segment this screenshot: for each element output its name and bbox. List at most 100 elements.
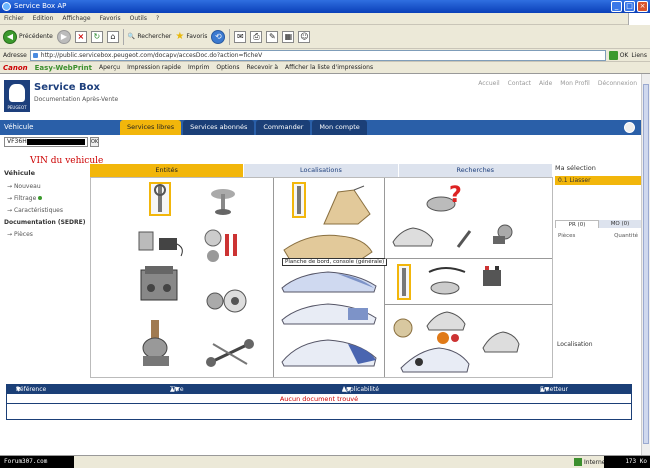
top-link-contact[interactable]: Contact (508, 80, 531, 87)
discuss-icon[interactable]: ▦ (282, 30, 295, 43)
electrical-part-icon[interactable] (137, 228, 187, 258)
car-front-part-icon[interactable] (278, 334, 380, 368)
canon-receive-button[interactable]: Recevoir à (247, 64, 279, 71)
left-nav-parts[interactable]: → Pièces (4, 231, 88, 238)
mail-icon[interactable]: ✉ (234, 30, 247, 43)
top-link-help[interactable]: Aide (539, 80, 552, 87)
vehicle-label: Véhicule (4, 123, 34, 131)
seat-part-icon[interactable] (314, 184, 380, 228)
car-rear-icon[interactable] (481, 328, 521, 354)
canon-print-button[interactable]: Imprim (188, 64, 209, 71)
security-zone: Internet (574, 458, 608, 466)
tools-icon[interactable] (624, 122, 635, 133)
canon-preview-button[interactable]: Aperçu (99, 64, 120, 71)
minimize-button[interactable]: _ (611, 1, 622, 12)
close-button[interactable]: × (637, 1, 648, 12)
messenger-icon[interactable]: ☺ (298, 30, 311, 43)
tab-labour-count[interactable]: MO (0) (599, 220, 641, 228)
parts-catalog: Planche de bord, console (générale) ? (90, 177, 553, 378)
brakes-part-icon[interactable] (199, 228, 247, 264)
car-silhouette-icon[interactable] (391, 222, 435, 248)
car-accessory-icon[interactable] (425, 308, 467, 332)
col-applicability[interactable]: Applicabilité ▲▼ (342, 386, 379, 393)
refresh-icon[interactable]: ↻ (90, 30, 103, 43)
menu-help[interactable]: ? (156, 15, 159, 22)
peugeot-logo[interactable]: PEUGEOT (4, 80, 30, 112)
links-label[interactable]: Liens (631, 52, 647, 59)
page-header: PEUGEOT Service Box Documentation Après-… (0, 74, 641, 120)
tab-entities[interactable]: Entités (90, 164, 245, 177)
canon-quick-print-button[interactable]: Impression rapide (127, 64, 181, 71)
accessory-tools-part-icon[interactable] (397, 264, 411, 300)
vin-input[interactable]: VF36H (4, 137, 88, 147)
car-body-part-icon[interactable] (278, 268, 380, 294)
canon-print-list-button[interactable]: Afficher la liste d'impressions (285, 64, 373, 71)
scrollbar-thumb[interactable] (643, 84, 649, 444)
ball-part-icon[interactable] (391, 316, 415, 340)
top-links: Accueil Contact Aide Mon Profil Déconnex… (478, 80, 637, 87)
wiring-part-icon[interactable] (425, 262, 471, 300)
col-reference[interactable]: Référence ▼ (16, 386, 46, 393)
top-link-profile[interactable]: Mon Profil (560, 80, 590, 87)
tab-subscribed-services[interactable]: Services abonnés (183, 120, 255, 135)
easy-webprint-label[interactable]: Easy-WebPrint (35, 64, 92, 72)
address-input[interactable]: http://public.servicebox.peugeot.com/doc… (29, 49, 606, 61)
menu-edit[interactable]: Edition (33, 15, 54, 22)
back-button[interactable]: ◀ Précédente (3, 29, 53, 44)
forward-arrow-icon: ▶ (56, 29, 71, 44)
tab-searches[interactable]: Recherches (398, 164, 553, 177)
top-link-logout[interactable]: Déconnexion (598, 80, 637, 87)
windows-logo-icon (628, 13, 650, 25)
car-interior-icon[interactable] (399, 344, 471, 374)
menu-view[interactable]: Affichage (62, 15, 90, 22)
selection-bar[interactable]: 0.1 Liasser (555, 176, 641, 185)
gearbox-part-icon[interactable] (137, 318, 177, 370)
vin-ok-button[interactable]: OK (90, 137, 99, 147)
suspension-part-icon[interactable] (203, 186, 243, 216)
go-arrow-icon (608, 50, 618, 60)
localisation-label: Localisation (557, 341, 593, 348)
col-issuer[interactable]: Emetteur ▲▼ (540, 386, 568, 393)
vertical-scrollbar[interactable] (641, 74, 650, 455)
car-doors-part-icon[interactable] (278, 300, 380, 326)
search-button[interactable]: 🔍 Rechercher (128, 33, 171, 40)
documents-table: Référence ▼ Titre ▲▼ Applicabilité ▲▼ Em… (6, 384, 632, 420)
forum-watermark: Forum307.com (0, 456, 74, 468)
star-icon: ★ (175, 31, 185, 42)
selection-col-parts: Pièces (558, 233, 576, 239)
battery-part-icon[interactable] (481, 264, 503, 288)
tab-free-services[interactable]: Services libres (120, 120, 182, 135)
go-button[interactable]: OK (608, 50, 628, 60)
canon-options-button[interactable]: Options (216, 64, 239, 71)
left-nav-new[interactable]: → Nouveau (4, 183, 88, 190)
menu-file[interactable]: Fichier (4, 15, 24, 22)
history-icon[interactable]: ⟲ (211, 29, 226, 44)
tow-hook-icon[interactable] (489, 222, 515, 248)
wrench-icon[interactable] (455, 228, 473, 250)
body-tools-part-icon[interactable] (292, 182, 306, 218)
tab-localisations[interactable]: Localisations (244, 164, 399, 177)
left-nav-documentation[interactable]: Documentation (SEDRE) (4, 219, 88, 226)
stop-icon[interactable]: × (74, 30, 87, 43)
part-tooltip: Planche de bord, console (générale) (282, 258, 388, 266)
forward-button[interactable]: ▶ (56, 29, 71, 44)
top-link-home[interactable]: Accueil (478, 80, 499, 87)
maximize-button[interactable]: □ (624, 1, 635, 12)
tab-my-account[interactable]: Mon compte (312, 120, 367, 135)
tab-order[interactable]: Commander (256, 120, 311, 135)
favorites-button[interactable]: ★ Favoris (175, 31, 207, 42)
left-nav-characteristics[interactable]: → Caractéristiques (4, 207, 88, 214)
edit-icon[interactable]: ✎ (266, 30, 279, 43)
menu-tools[interactable]: Outils (130, 15, 147, 22)
tools-part-icon[interactable] (149, 182, 171, 216)
engine-part-icon[interactable] (135, 264, 185, 308)
menu-favorites[interactable]: Favoris (100, 15, 121, 22)
col-title[interactable]: Titre ▲▼ (170, 386, 184, 393)
print-icon[interactable]: ⎙ (250, 30, 263, 43)
tab-parts-count[interactable]: PR (0) (555, 220, 599, 228)
home-icon[interactable]: ⌂ (106, 30, 119, 43)
unknown-part-icon[interactable]: ? (425, 182, 469, 214)
left-nav-filter[interactable]: → Filtrage (4, 195, 88, 202)
wheel-hub-part-icon[interactable] (203, 286, 249, 316)
axle-part-icon[interactable] (203, 336, 257, 370)
